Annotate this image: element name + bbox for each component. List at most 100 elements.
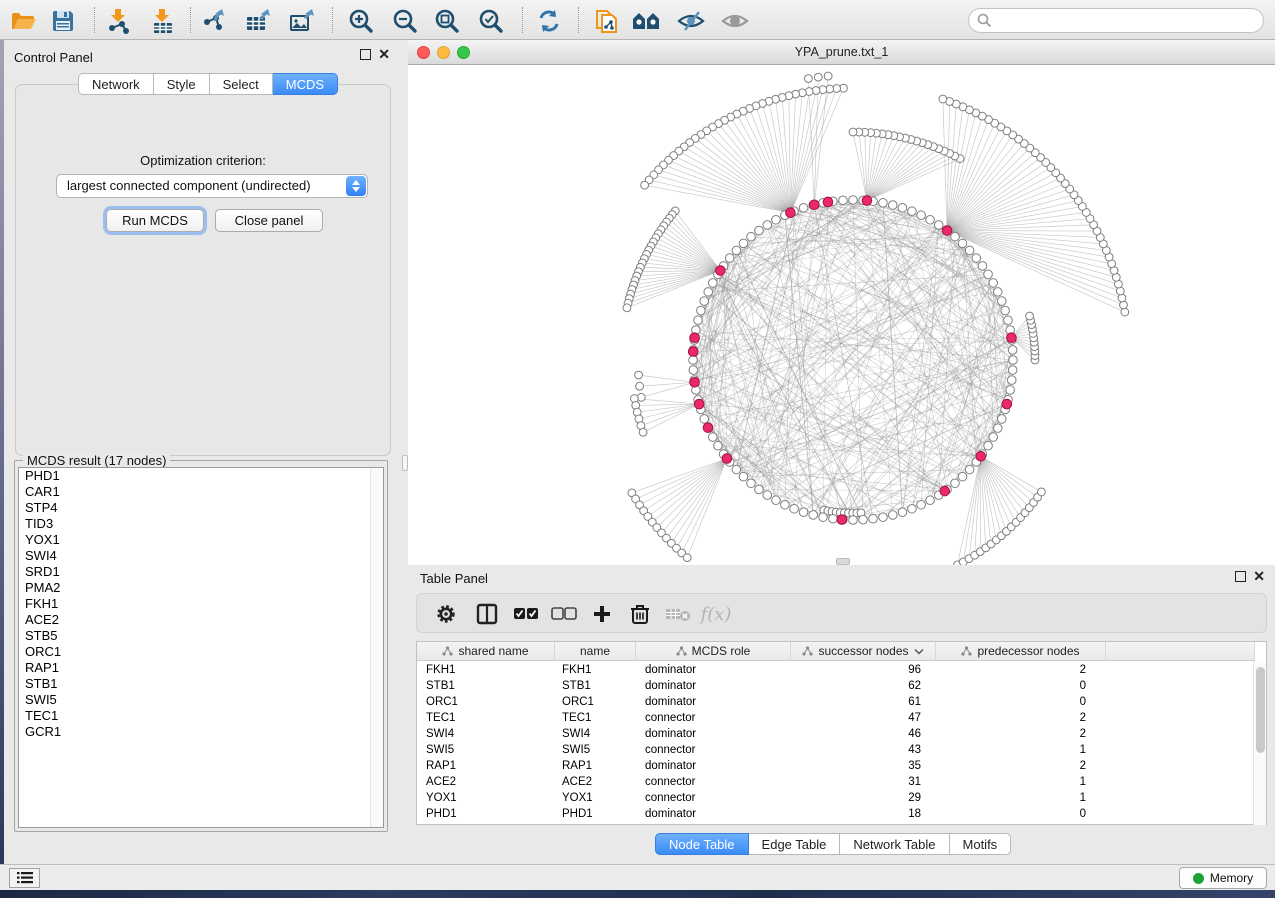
mcds-result-list[interactable]: PHD1CAR1STP4TID3YOX1SWI4SRD1PMA2FKH1ACE2…	[18, 467, 384, 828]
mcds-node[interactable]	[690, 377, 700, 387]
mcds-node[interactable]	[703, 423, 713, 433]
list-item[interactable]: SWI5	[19, 692, 383, 708]
delete-column-icon[interactable]	[625, 600, 655, 628]
mcds-node[interactable]	[940, 486, 950, 496]
import-network-icon[interactable]	[104, 7, 134, 34]
mcds-node[interactable]	[976, 451, 986, 461]
zoom-out-icon[interactable]	[390, 7, 420, 34]
list-item[interactable]: ORC1	[19, 644, 383, 660]
list-scrollbar[interactable]	[370, 468, 383, 827]
column-header-name[interactable]: name	[555, 642, 636, 661]
toolbar-separator	[578, 7, 579, 33]
memory-button[interactable]: Memory	[1179, 867, 1267, 889]
list-item[interactable]: SWI4	[19, 548, 383, 564]
list-item[interactable]: YOX1	[19, 532, 383, 548]
table-row[interactable]: ORC1ORC1dominator610	[417, 695, 1253, 711]
table-row[interactable]: FKH1FKH1dominator962	[417, 663, 1253, 679]
mcds-node[interactable]	[837, 515, 847, 525]
search-input[interactable]	[968, 8, 1264, 33]
list-item[interactable]: STB5	[19, 628, 383, 644]
table-row[interactable]: TEC1TEC1connector472	[417, 711, 1253, 727]
open-file-icon[interactable]	[8, 7, 38, 34]
zoom-in-icon[interactable]	[346, 7, 376, 34]
tab-node-table[interactable]: Node Table	[655, 833, 749, 855]
table-row[interactable]: YOX1YOX1connector291	[417, 791, 1253, 807]
mcds-node[interactable]	[694, 399, 704, 409]
node-table: shared namenameMCDS rolesuccessor nodesp…	[416, 641, 1267, 825]
list-item[interactable]: CAR1	[19, 484, 383, 500]
split-view-icon[interactable]	[472, 600, 502, 628]
mcds-node[interactable]	[1007, 333, 1017, 343]
column-header-shared-name[interactable]: shared name	[417, 642, 555, 661]
mcds-node[interactable]	[786, 208, 796, 218]
tab-style[interactable]: Style	[154, 73, 210, 95]
zoom-fit-icon[interactable]	[432, 7, 462, 34]
deselect-all-icon[interactable]	[549, 600, 579, 628]
select-all-icon[interactable]	[511, 600, 541, 628]
mcds-node[interactable]	[716, 266, 726, 276]
mcds-node[interactable]	[688, 347, 698, 357]
show-all-icon[interactable]	[720, 7, 750, 34]
close-panel-icon[interactable]: ✕	[378, 49, 390, 60]
mcds-node[interactable]	[942, 226, 952, 236]
table-row[interactable]: SWI4SWI4dominator462	[417, 727, 1253, 743]
run-mcds-button[interactable]: Run MCDS	[106, 209, 204, 232]
list-item[interactable]: TID3	[19, 516, 383, 532]
refresh-layout-icon[interactable]	[534, 7, 564, 34]
settings-gear-icon[interactable]	[431, 600, 461, 628]
sort-chevron-icon	[914, 648, 924, 655]
tab-edge-table[interactable]: Edge Table	[749, 833, 841, 855]
list-item[interactable]: PHD1	[19, 468, 383, 484]
tab-mcds[interactable]: MCDS	[273, 73, 338, 95]
table-row[interactable]: PHD1PHD1dominator180	[417, 807, 1253, 823]
export-table-icon[interactable]	[244, 7, 274, 34]
column-header-MCDS-role[interactable]: MCDS role	[636, 642, 791, 661]
network-window-titlebar[interactable]: YPA_prune.txt_1	[408, 40, 1275, 65]
float-panel-icon[interactable]	[1235, 571, 1246, 582]
horizontal-splitter-handle[interactable]	[836, 558, 850, 565]
first-neighbors-icon[interactable]	[632, 7, 662, 34]
criterion-dropdown[interactable]: largest connected component (undirected)	[56, 174, 368, 198]
list-item[interactable]: RAP1	[19, 660, 383, 676]
add-column-icon[interactable]	[587, 600, 617, 628]
tab-motifs[interactable]: Motifs	[950, 833, 1012, 855]
mcds-node[interactable]	[1002, 399, 1012, 409]
close-panel-icon[interactable]: ✕	[1253, 571, 1265, 582]
export-network-icon[interactable]	[200, 7, 230, 34]
list-item[interactable]: ACE2	[19, 612, 383, 628]
tab-network[interactable]: Network	[78, 73, 154, 95]
task-manager-button[interactable]	[9, 868, 40, 888]
save-session-icon[interactable]	[48, 7, 78, 34]
column-header-successor-nodes[interactable]: successor nodes	[791, 642, 936, 661]
import-table-icon[interactable]	[148, 7, 178, 34]
list-item[interactable]: SRD1	[19, 564, 383, 580]
table-row[interactable]: RAP1RAP1dominator352	[417, 759, 1253, 775]
column-header-predecessor-nodes[interactable]: predecessor nodes	[936, 642, 1106, 661]
tab-network-table[interactable]: Network Table	[840, 833, 949, 855]
zoom-selected-icon[interactable]	[476, 7, 506, 34]
tab-select[interactable]: Select	[210, 73, 273, 95]
close-panel-button[interactable]: Close panel	[215, 209, 323, 232]
table-row[interactable]: STB1STB1dominator620	[417, 679, 1253, 695]
table-row[interactable]: SWI5SWI5connector431	[417, 743, 1253, 759]
mcds-node[interactable]	[823, 197, 833, 207]
list-item[interactable]: STB1	[19, 676, 383, 692]
mcds-node[interactable]	[809, 200, 819, 210]
table-row[interactable]: ACE2ACE2connector311	[417, 775, 1253, 791]
list-item[interactable]: FKH1	[19, 596, 383, 612]
mcds-node[interactable]	[690, 333, 700, 343]
list-item[interactable]: TEC1	[19, 708, 383, 724]
list-item[interactable]: PMA2	[19, 580, 383, 596]
clone-network-icon[interactable]	[592, 7, 622, 34]
list-item[interactable]: GCR1	[19, 724, 383, 740]
scrollbar-thumb[interactable]	[1256, 667, 1265, 753]
network-canvas[interactable]	[408, 65, 1275, 565]
table-type-tabs: Node TableEdge TableNetwork TableMotifs	[655, 833, 1011, 855]
mcds-node[interactable]	[862, 196, 872, 206]
list-item[interactable]: STP4	[19, 500, 383, 516]
table-scrollbar[interactable]	[1253, 661, 1266, 825]
float-panel-icon[interactable]	[360, 49, 371, 60]
hide-selected-icon[interactable]	[676, 7, 706, 34]
mcds-node[interactable]	[722, 454, 732, 464]
export-image-icon[interactable]	[288, 7, 318, 34]
